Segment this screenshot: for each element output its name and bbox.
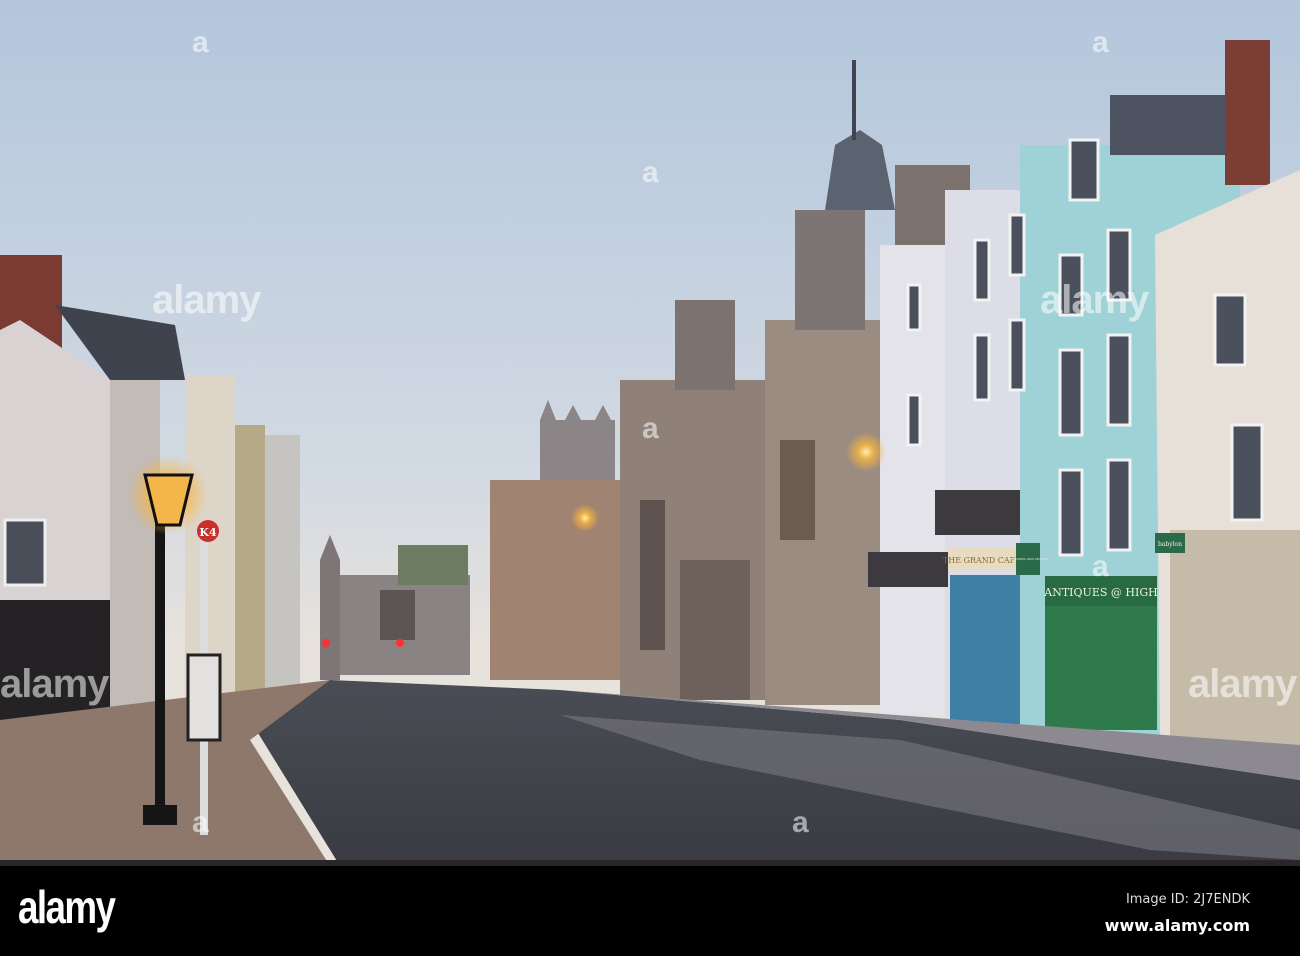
watermark-letter: a xyxy=(792,806,809,839)
antiques-crafts-text: ANTIQUES AND CRAFTS xyxy=(1007,557,1047,561)
lamp-glow xyxy=(846,432,886,472)
website-link[interactable]: www.alamy.com xyxy=(1105,916,1250,935)
alamy-logo: alamy xyxy=(18,881,116,933)
bus-stop-label: K4 xyxy=(199,526,217,539)
watermark-letter: a xyxy=(1092,550,1109,583)
image-id: Image ID: 2J7ENDK xyxy=(1125,892,1250,907)
footer-bar: alamy Image ID: 2J7ENDK www.alamy.com xyxy=(0,866,1300,956)
watermark-letter: a xyxy=(1092,26,1109,59)
watermark: alamy xyxy=(0,662,109,706)
traffic-light xyxy=(322,639,330,647)
watermark: alamy xyxy=(152,278,261,322)
traffic-light xyxy=(396,639,404,647)
watermark: alamy xyxy=(1188,662,1297,706)
babylon-text: babylon xyxy=(1158,541,1182,548)
watermark-letter: a xyxy=(642,412,659,445)
watermark-letter: a xyxy=(192,806,209,839)
watermark-letter: a xyxy=(642,156,659,189)
watermark: alamy xyxy=(1040,278,1149,322)
watermark-letter: a xyxy=(192,26,209,59)
lamp-glow xyxy=(571,504,599,532)
antiques-high-text: ANTIQUES @ HIGH xyxy=(1043,586,1157,599)
stock-photo: K4 THE GRAND CAFE ANTIQUES AND CRAFTS AN… xyxy=(0,0,1300,956)
cream-building xyxy=(1155,170,1300,745)
